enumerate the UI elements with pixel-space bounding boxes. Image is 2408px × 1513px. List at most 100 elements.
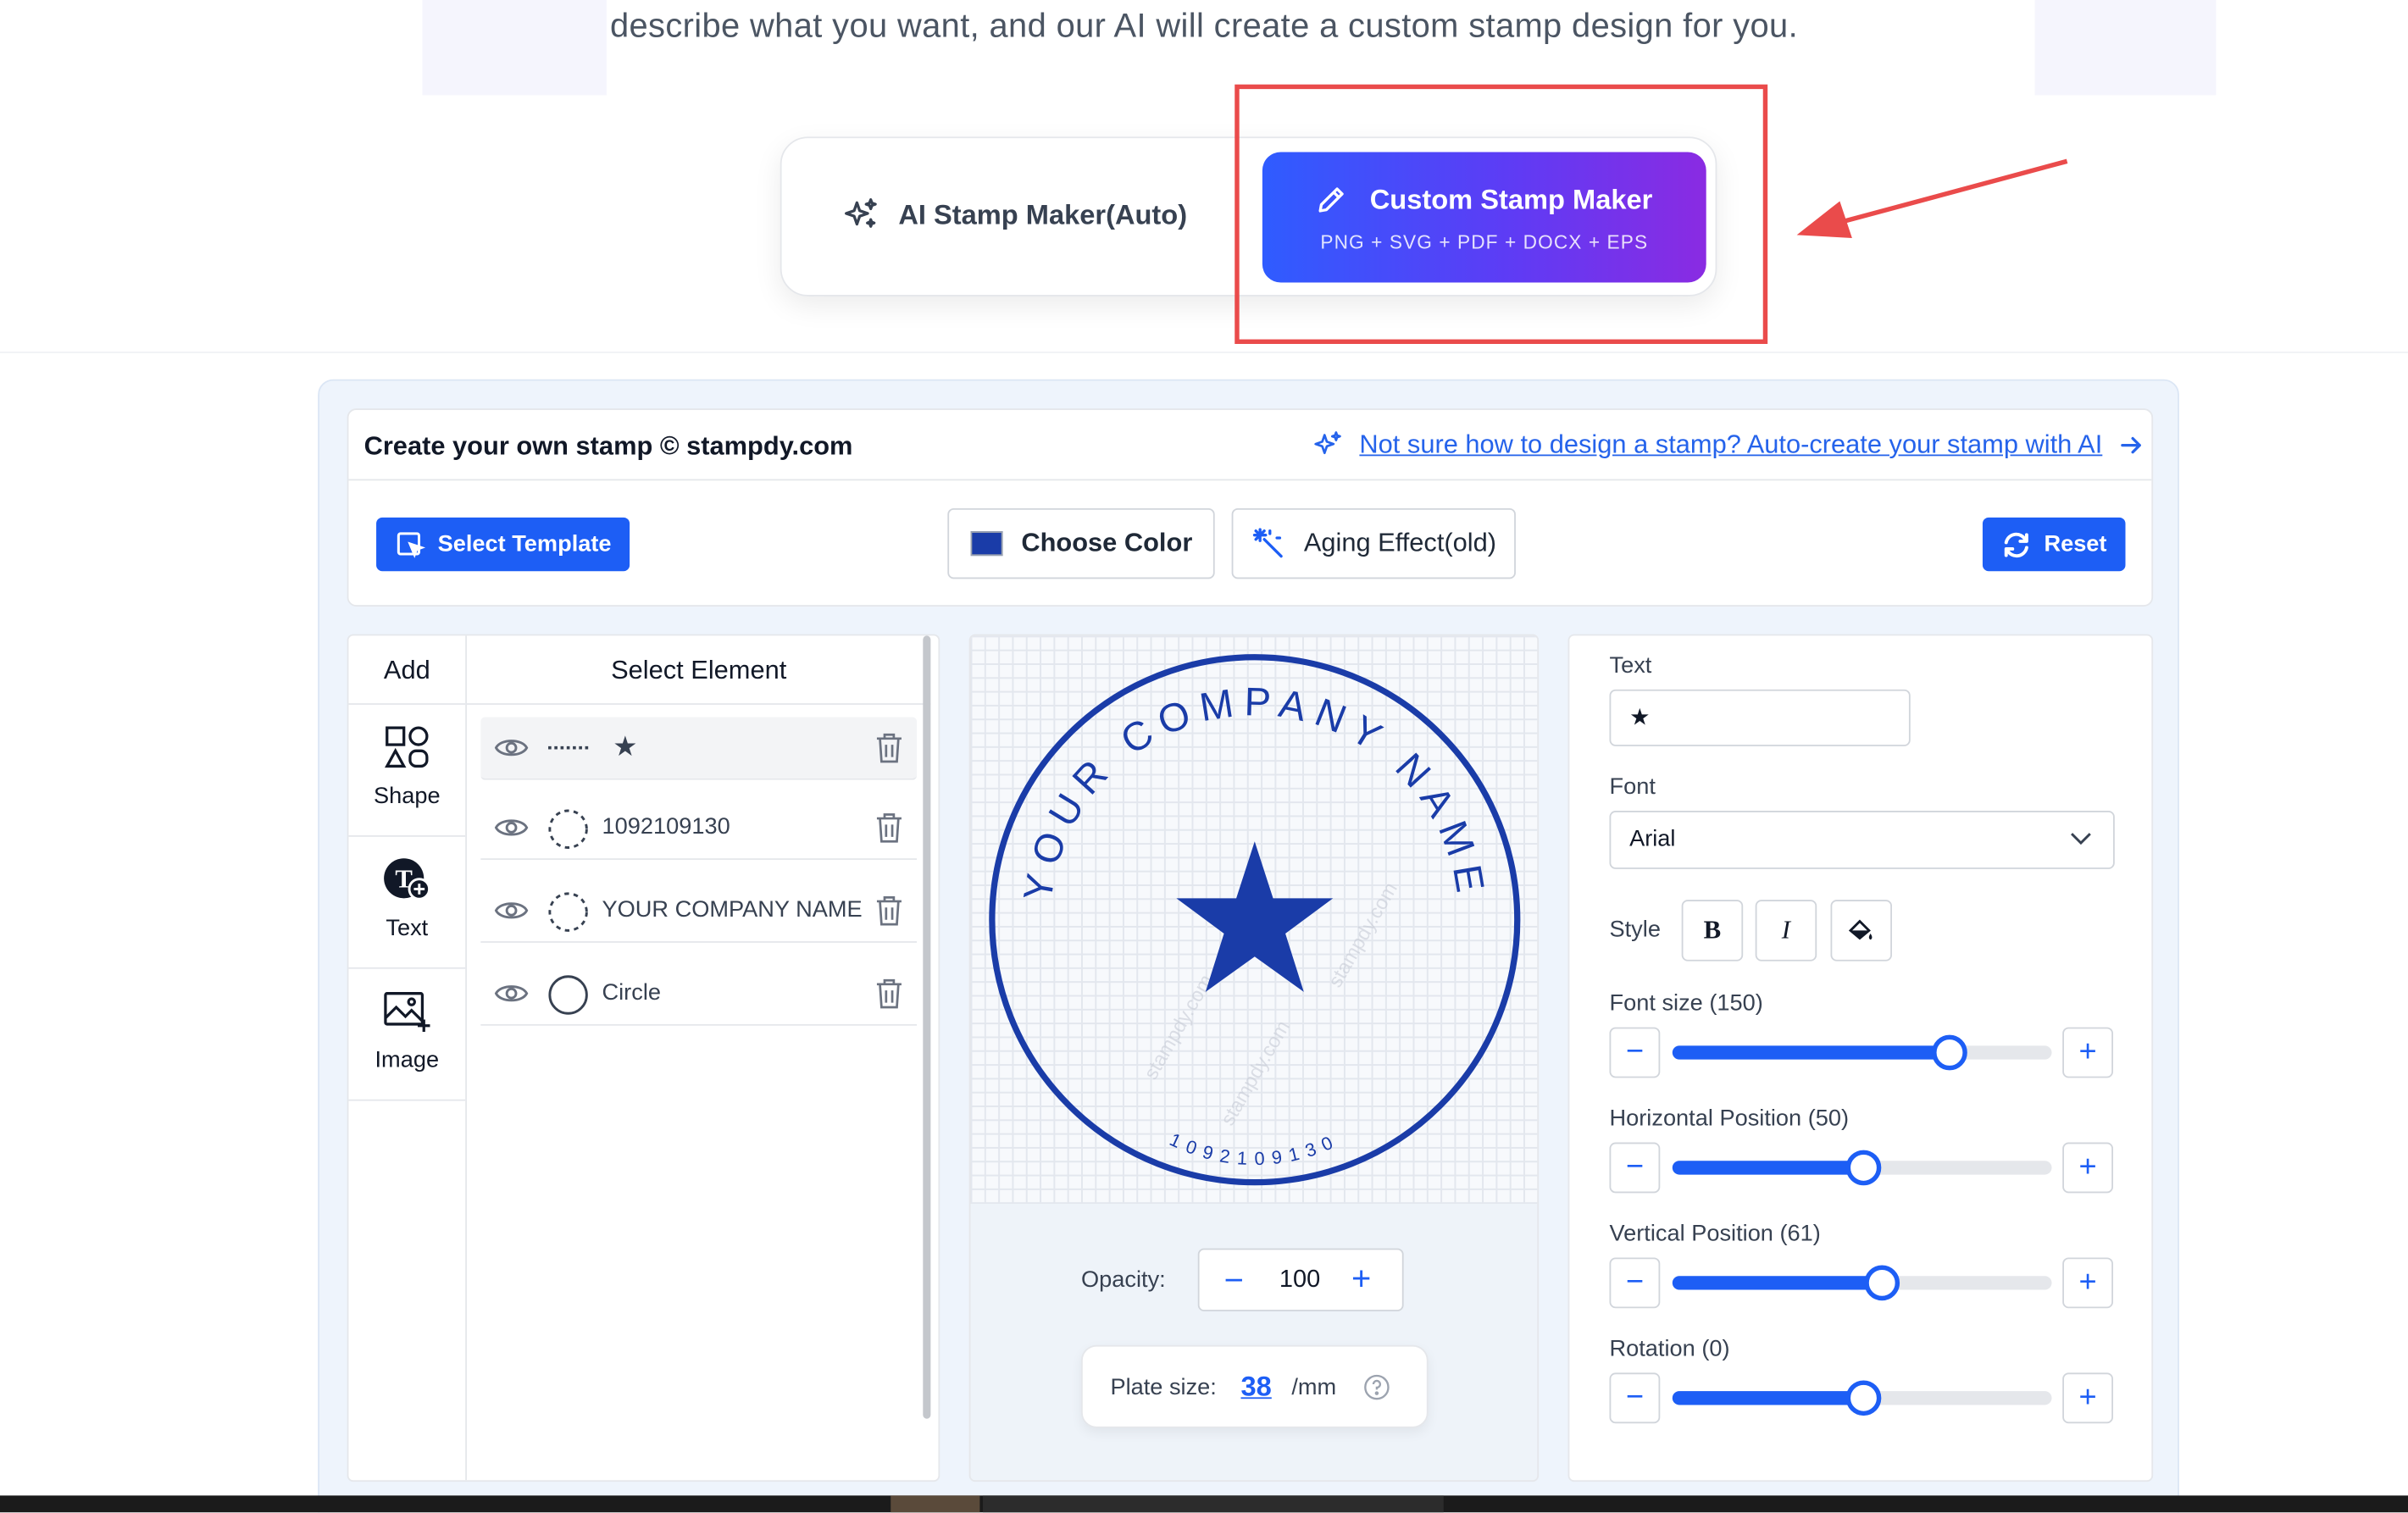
trash-icon[interactable]: [875, 978, 903, 1009]
horizontal-decrease-button[interactable]: −: [1609, 1142, 1661, 1194]
svg-text:stampdy.com: stampdy.com: [1140, 971, 1218, 1083]
reset-label: Reset: [2044, 531, 2107, 557]
template-cursor-icon: [397, 531, 426, 557]
dashed-circle-icon: [548, 892, 588, 932]
trash-icon[interactable]: [875, 895, 903, 926]
element-label: 1092109130: [602, 813, 730, 840]
select-template-button[interactable]: Select Template: [376, 517, 630, 572]
trash-icon[interactable]: [875, 812, 903, 843]
ai-stamp-maker-label: AI Stamp Maker(Auto): [898, 198, 1188, 230]
font-size-decrease-button[interactable]: −: [1609, 1027, 1661, 1078]
add-text-label: Text: [386, 915, 429, 942]
opacity-label: Opacity:: [1081, 1266, 1166, 1294]
os-taskbar: [0, 1495, 2408, 1513]
slider-fill: [1672, 1161, 1862, 1175]
rotation-decrease-button[interactable]: −: [1609, 1372, 1661, 1424]
text-label: Text: [1609, 652, 1652, 679]
slider-knob[interactable]: [1864, 1265, 1900, 1301]
shapes-icon: [384, 726, 429, 768]
elements-panel: Add Shape T Text Image Select Element ★ …: [347, 634, 940, 1483]
font-value: Arial: [1629, 826, 1676, 852]
slider-knob[interactable]: [1845, 1380, 1881, 1416]
fill-style-button[interactable]: [1830, 900, 1892, 962]
taskbar-app[interactable]: [983, 1495, 1444, 1513]
opacity-increase-button[interactable]: +: [1351, 1259, 1371, 1299]
choose-color-label: Choose Color: [1021, 528, 1193, 557]
paint-bucket-icon: [1848, 919, 1873, 940]
font-label: Font: [1609, 773, 1656, 801]
choose-color-button[interactable]: Choose Color: [947, 507, 1216, 579]
editor-title: Create your own stamp © stampdy.com: [363, 431, 853, 461]
ai-stamp-maker-tab[interactable]: AI Stamp Maker(Auto): [843, 197, 1187, 234]
slider-fill: [1672, 1045, 1950, 1060]
plate-size-unit: /mm: [1291, 1374, 1337, 1400]
stamp-preview: stampdy.com stampdy.com stampdy.com YOUR…: [989, 654, 1521, 1186]
rotation-slider[interactable]: [1672, 1380, 2052, 1416]
text-input[interactable]: ★: [1609, 689, 1911, 746]
sparkles-icon: [1314, 431, 1342, 455]
horizontal-position-slider[interactable]: [1672, 1150, 2052, 1186]
font-select[interactable]: Arial: [1609, 811, 2115, 869]
arrow-right-icon: [2121, 436, 2141, 454]
slider-knob[interactable]: [1932, 1034, 1968, 1071]
rotation-label: Rotation (0): [1609, 1335, 1730, 1362]
add-text-icon: T: [384, 858, 431, 901]
font-size-label: Font size (150): [1609, 990, 1763, 1017]
element-row-circle[interactable]: Circle: [480, 962, 918, 1026]
style-label: Style: [1609, 917, 1661, 943]
plate-size-label: Plate size:: [1110, 1374, 1217, 1400]
plate-size-control: Plate size: 38 /mm: [1081, 1344, 1429, 1428]
aging-effect-button[interactable]: Aging Effect(old): [1231, 507, 1517, 579]
magic-wand-icon: [1252, 528, 1283, 558]
taskbar-app[interactable]: [891, 1495, 980, 1513]
slider-knob[interactable]: [1845, 1150, 1881, 1186]
slider-fill: [1672, 1276, 1882, 1290]
color-swatch: [970, 531, 1003, 557]
eye-icon[interactable]: [494, 981, 529, 1006]
add-shape-label: Shape: [374, 783, 441, 810]
auto-create-link-text: Not sure how to design a stamp? Auto-cre…: [1359, 430, 2103, 459]
select-template-label: Select Template: [437, 531, 612, 557]
aging-effect-label: Aging Effect(old): [1303, 528, 1497, 557]
add-text-tool[interactable]: T Text: [348, 837, 466, 969]
vertical-position-label: Vertical Position (61): [1609, 1220, 1821, 1247]
italic-button[interactable]: I: [1755, 900, 1817, 962]
opacity-value[interactable]: 100: [1279, 1266, 1320, 1294]
vertical-increase-button[interactable]: +: [2062, 1257, 2113, 1309]
elements-scrollbar[interactable]: [923, 635, 931, 1419]
intro-text: describe what you want, and our AI will …: [609, 6, 1799, 45]
element-label: YOUR COMPANY NAME: [602, 896, 863, 923]
vertical-position-slider[interactable]: [1672, 1265, 2052, 1301]
circle-icon: [548, 975, 588, 1015]
stamp-editor: Create your own stamp © stampdy.com Not …: [318, 379, 2179, 1513]
bold-button[interactable]: B: [1681, 900, 1744, 962]
stamp-bottom-text: 1092109130: [1167, 1128, 1343, 1169]
plate-size-value[interactable]: 38: [1241, 1372, 1272, 1404]
vertical-decrease-button[interactable]: −: [1609, 1257, 1661, 1309]
trash-icon[interactable]: [875, 733, 903, 763]
refresh-icon: [2004, 531, 2028, 557]
eye-icon[interactable]: [494, 898, 529, 923]
help-icon[interactable]: [1364, 1374, 1390, 1400]
font-size-increase-button[interactable]: +: [2062, 1027, 2113, 1078]
auto-create-link[interactable]: Not sure how to design a stamp? Auto-cre…: [1313, 430, 2145, 461]
font-size-slider[interactable]: [1672, 1034, 2052, 1071]
select-element-header: Select Element: [467, 635, 931, 705]
element-label: Circle: [602, 979, 661, 1006]
element-row-star[interactable]: ★: [480, 717, 918, 780]
eye-icon[interactable]: [494, 735, 529, 760]
annotation-arrow-icon: [1796, 158, 2068, 238]
element-row-number[interactable]: 1092109130: [480, 797, 918, 860]
add-shape-tool[interactable]: Shape: [348, 705, 466, 837]
eye-icon[interactable]: [494, 815, 529, 840]
horizontal-increase-button[interactable]: +: [2062, 1142, 2113, 1194]
horizontal-position-label: Horizontal Position (50): [1609, 1106, 1850, 1132]
editor-toolbar-card: Create your own stamp © stampdy.com Not …: [347, 408, 2154, 607]
stamp-canvas[interactable]: stampdy.com stampdy.com stampdy.com YOUR…: [970, 635, 1538, 1204]
dashed-circle-icon: [548, 809, 588, 849]
opacity-decrease-button[interactable]: −: [1224, 1261, 1244, 1300]
element-row-company[interactable]: YOUR COMPANY NAME: [480, 880, 918, 943]
add-image-tool[interactable]: Image: [348, 969, 466, 1101]
reset-button[interactable]: Reset: [1982, 517, 2126, 572]
rotation-increase-button[interactable]: +: [2062, 1372, 2113, 1424]
